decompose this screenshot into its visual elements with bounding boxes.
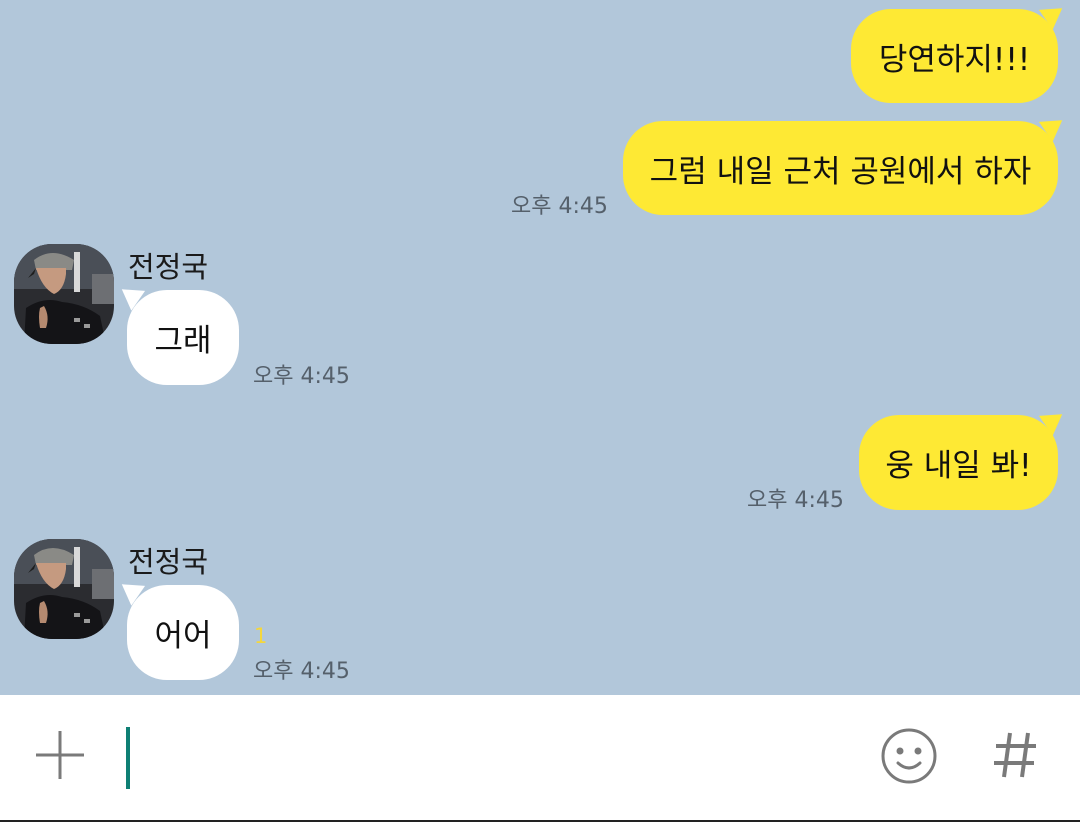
- message-text: 어어: [154, 618, 212, 654]
- message-text: 그럼 내일 근처 공원에서 하자: [649, 153, 1032, 190]
- message-text: 당연하지!!!: [878, 41, 1031, 78]
- hashtag-icon: [994, 732, 1036, 778]
- my-message-bubble[interactable]: 웅 내일 봐!: [859, 415, 1058, 510]
- sender-name: 전정국: [128, 250, 209, 284]
- plus-icon: [36, 731, 84, 779]
- profile-photo: [14, 539, 114, 639]
- message-timestamp: 오후 4:45: [253, 364, 350, 389]
- message-text: 그래: [154, 323, 212, 359]
- my-message-bubble[interactable]: 당연하지!!!: [851, 9, 1058, 103]
- hashtag-button[interactable]: [988, 727, 1044, 783]
- message-timestamp: 오후 4:45: [511, 194, 608, 219]
- message-list[interactable]: 당연하지!!! 그럼 내일 근처 공원에서 하자 오후 4:45 전정국 그래 …: [0, 0, 1080, 695]
- profile-photo: [14, 244, 114, 344]
- sender-avatar[interactable]: [14, 539, 114, 639]
- their-message-bubble[interactable]: 어어: [127, 585, 239, 680]
- message-timestamp: 오후 4:45: [253, 659, 350, 684]
- sender-avatar[interactable]: [14, 244, 114, 344]
- my-message-bubble[interactable]: 그럼 내일 근처 공원에서 하자: [623, 121, 1058, 215]
- message-timestamp: 오후 4:45: [747, 488, 844, 513]
- sender-name: 전정국: [128, 545, 209, 579]
- emoji-button[interactable]: [878, 725, 940, 787]
- emoji-icon: [881, 728, 937, 784]
- attach-button[interactable]: [30, 725, 90, 785]
- their-message-bubble[interactable]: 그래: [127, 290, 239, 385]
- message-input-bar: [0, 695, 1080, 822]
- unread-count: 1: [254, 624, 268, 648]
- message-text: 웅 내일 봐!: [885, 448, 1032, 484]
- chat-screen: 당연하지!!! 그럼 내일 근처 공원에서 하자 오후 4:45 전정국 그래 …: [0, 0, 1080, 822]
- text-cursor: [126, 727, 130, 789]
- message-input[interactable]: [110, 707, 850, 807]
